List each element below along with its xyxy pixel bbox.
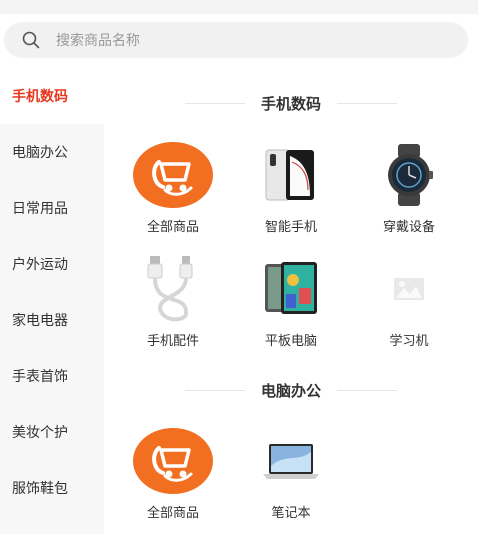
category-item-label: 全部商品	[146, 220, 199, 235]
category-item-label: 笔记本	[271, 506, 311, 521]
smartwatch-icon	[354, 136, 464, 214]
category-item-smartphone[interactable]: 智能手机	[236, 136, 346, 235]
category-item-label: 学习机	[389, 334, 429, 349]
sidebar-item-daily[interactable]: 日常用品	[0, 180, 104, 236]
sidebar-item-computers[interactable]: 电脑办公	[0, 124, 104, 180]
section-title-text: 电脑办公	[260, 381, 321, 400]
category-content: 手机数码 全部商品 智能手机 穿戴设备 手机配件 平板电脑 学习机 电脑办公 全…	[104, 68, 478, 534]
category-item-label: 全部商品	[146, 506, 199, 521]
smartphone-icon	[236, 136, 346, 214]
category-item-learning[interactable]: 学习机	[354, 250, 464, 349]
search-icon	[18, 27, 44, 53]
sidebar-item-watches[interactable]: 手表首饰	[0, 348, 104, 404]
tablet-icon	[236, 250, 346, 328]
divider	[337, 389, 397, 391]
image-placeholder-icon	[354, 250, 464, 328]
category-item-tablet[interactable]: 平板电脑	[236, 250, 346, 349]
all-products-icon	[118, 136, 228, 214]
sidebar-item-appliances[interactable]: 家电电器	[0, 292, 104, 348]
category-sidebar: 手机数码 电脑办公 日常用品 户外运动 家电电器 手表首饰 美妆个护 服饰鞋包	[0, 68, 104, 534]
search-bar[interactable]: 搜索商品名称	[4, 22, 468, 58]
divider	[184, 389, 245, 391]
search-input[interactable]: 搜索商品名称	[56, 30, 140, 50]
laptop-icon	[236, 422, 346, 500]
section-title-text: 手机数码	[260, 94, 321, 113]
category-item-label: 手机配件	[146, 334, 199, 349]
divider	[337, 102, 397, 104]
category-item-label: 平板电脑	[264, 334, 317, 349]
sidebar-item-apparel[interactable]: 服饰鞋包	[0, 460, 104, 516]
all-products-icon	[118, 422, 228, 500]
category-item-label: 智能手机	[264, 220, 317, 235]
section-title: 电脑办公	[104, 375, 478, 405]
usb-cable-icon	[118, 250, 228, 328]
sidebar-item-outdoor[interactable]: 户外运动	[0, 236, 104, 292]
sidebar-item-beauty[interactable]: 美妆个护	[0, 404, 104, 460]
category-item-wearable[interactable]: 穿戴设备	[354, 136, 464, 235]
category-item-all[interactable]: 全部商品	[118, 422, 228, 521]
sidebar-item-phones[interactable]: 手机数码	[0, 68, 104, 124]
section-title: 手机数码	[104, 88, 478, 118]
divider	[184, 102, 245, 104]
category-item-label: 穿戴设备	[382, 220, 435, 235]
category-item-accessories[interactable]: 手机配件	[118, 250, 228, 349]
status-bar	[0, 0, 478, 14]
category-item-laptop[interactable]: 笔记本	[236, 422, 346, 521]
category-item-all[interactable]: 全部商品	[118, 136, 228, 235]
